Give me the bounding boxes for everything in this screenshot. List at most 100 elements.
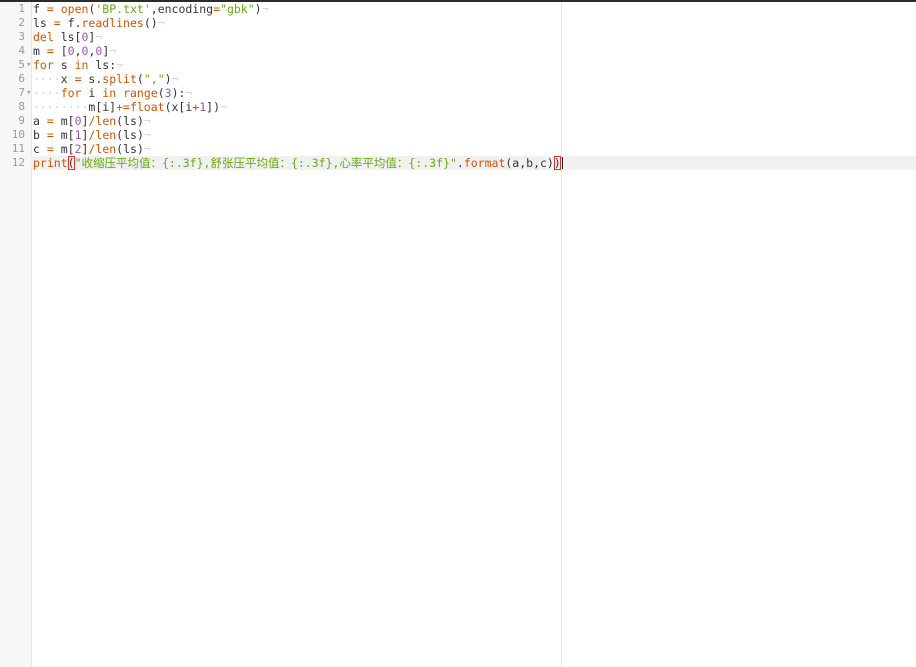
code-token: len [95,114,117,128]
code-token: = [46,44,54,58]
code-token: = [46,114,54,128]
end-of-line-marker: ¬ [143,128,151,142]
code-token: = [53,16,61,30]
code-text[interactable]: a = m[0]/len(ls)¬ [33,114,151,128]
code-token: 2 [74,142,82,156]
code-token: print [33,156,68,170]
code-token: "gbk" [220,2,255,16]
code-token: = [213,2,221,16]
code-token: "收缩压平均值：{:.3f},舒张压平均值：{:.3f},心率平均值：{:.3f… [74,156,457,170]
text-cursor [561,157,563,169]
code-token: += [116,100,130,114]
end-of-line-marker: ¬ [143,114,151,128]
code-token: len [95,142,117,156]
line-number: 4 [18,44,25,57]
code-token: . [456,156,464,170]
code-editor-text-area[interactable]: 1f = open('BP.txt',encoding="gbk")¬ 2 ls =… [0,2,916,170]
code-token: , [74,44,82,58]
code-token: m[ [53,128,75,142]
code-token: split [102,72,137,86]
code-line[interactable]: 12 print("收缩压平均值：{:.3f},舒张压平均值：{:.3f},心率平… [0,156,916,170]
line-number: 10 [11,128,25,141]
code-line[interactable]: 2 ls = f.readlines()¬ [0,16,916,30]
code-text[interactable]: ····x = s.split(",")¬ [33,72,179,86]
code-token: ]) [206,100,221,114]
code-token: = [74,72,82,86]
code-line[interactable]: 11 c = m[2]/len(ls)¬ [0,142,916,156]
line-number: 12 [11,156,25,169]
code-token: ls: [88,58,117,72]
end-of-line-marker: ¬ [157,16,165,30]
code-token: float [129,100,165,114]
code-token: f [33,2,47,16]
code-token: "," [143,72,165,86]
code-line[interactable]: 9 a = m[0]/len(ls)¬ [0,114,916,128]
code-token: s [53,58,75,72]
code-token: b [33,128,47,142]
code-text[interactable]: f = open('BP.txt',encoding="gbk")¬ [33,2,269,16]
code-token: del [33,30,54,44]
code-token: ls[ [53,30,82,44]
code-line[interactable]: 1 f = open('BP.txt',encoding="gbk")¬ [0,2,916,16]
line-number: 1 [18,2,25,15]
end-of-line-marker: ¬ [109,44,117,58]
line-number: 5 [18,58,25,71]
indent-whitespace: ···· [33,72,61,86]
code-token: () [143,16,158,30]
fold-arrow-icon[interactable]: ▾ [26,58,31,72]
code-line[interactable]: 8 ········m[i]+=float(x[i+1])¬ [0,100,916,114]
code-token: = [46,142,54,156]
code-token: in [74,58,89,72]
code-token: open [60,2,89,16]
code-line[interactable]: 7 ▾ ····for i in range(3):¬ [0,86,916,100]
code-token: c [33,142,47,156]
code-token: x [60,72,75,86]
line-number: 2 [18,16,25,29]
code-token: readlines [81,16,144,30]
code-line[interactable]: 3 del ls[0]¬ [0,30,916,44]
code-text[interactable]: print("收缩压平均值：{:.3f},舒张压平均值：{:.3f},心率平均值… [33,156,564,170]
end-of-line-marker: ¬ [185,86,193,100]
code-line[interactable]: 5 ▾ for s in ls:¬ [0,58,916,72]
end-of-line-marker: ¬ [116,58,124,72]
code-token: 0 [74,114,82,128]
line-number: 8 [18,100,25,113]
line-number: 7 [18,86,25,99]
code-line[interactable]: 6 ····x = s.split(",")¬ [0,72,916,86]
code-token: 1 [74,128,82,142]
code-text[interactable]: ········m[i]+=float(x[i+1])¬ [33,100,227,114]
fold-arrow-icon[interactable]: ▾ [26,86,31,100]
code-line[interactable]: 10 b = m[1]/len(ls)¬ [0,128,916,142]
line-number: 6 [18,72,25,85]
line-number: 3 [18,30,25,43]
code-token: [ [53,44,68,58]
indent-whitespace: ········ [33,100,89,114]
code-token: 0 [67,44,75,58]
end-of-line-marker: ¬ [171,72,179,86]
code-token: = [46,128,54,142]
code-text[interactable]: b = m[1]/len(ls)¬ [33,128,151,142]
end-of-line-marker: ¬ [261,2,269,16]
code-token: f. [60,16,82,30]
code-token: ( [136,72,144,86]
code-token: (ls) [116,142,144,156]
code-text[interactable]: ····for i in range(3):¬ [33,86,192,100]
end-of-line-marker: ¬ [220,100,227,114]
code-text[interactable]: m = [0,0,0]¬ [33,44,116,58]
code-text[interactable]: ls = f.readlines()¬ [33,16,165,30]
code-line[interactable]: 4 m = [0,0,0]¬ [0,44,916,58]
code-token: (a,b,c) [505,156,554,170]
code-text[interactable]: for s in ls:¬ [33,58,123,72]
code-token: ) [164,72,172,86]
code-token: 3 [164,86,172,100]
code-token: len [95,128,117,142]
code-text[interactable]: del ls[0]¬ [33,30,102,44]
code-token: ,encoding [150,2,214,16]
code-text[interactable]: c = m[2]/len(ls)¬ [33,142,151,156]
end-of-line-marker: ¬ [143,142,151,156]
code-token: 'BP.txt' [95,2,151,16]
matched-bracket: ( [67,156,75,170]
code-token: range [123,86,158,100]
code-token: for [60,86,82,100]
